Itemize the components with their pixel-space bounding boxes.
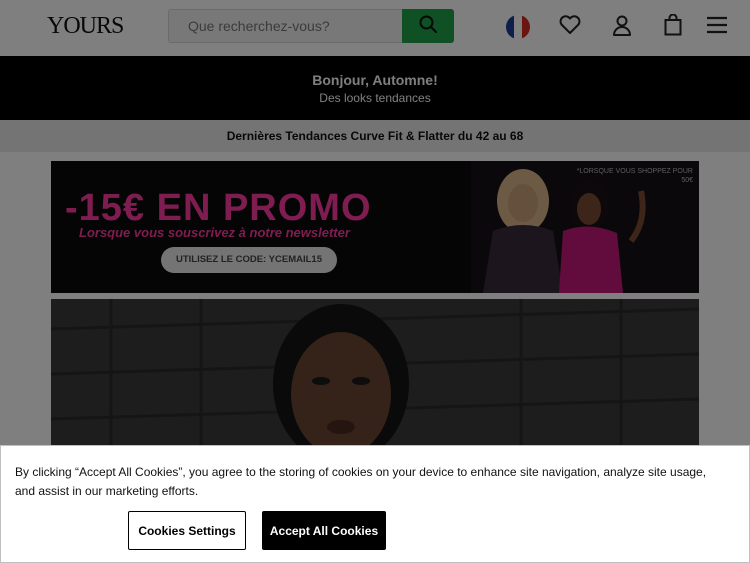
accept-all-cookies-button[interactable]: Accept All Cookies [262, 511, 386, 550]
cookie-banner: By clicking “Accept All Cookies”, you ag… [0, 445, 750, 563]
cookie-text: By clicking “Accept All Cookies”, you ag… [15, 465, 707, 498]
cookies-settings-button[interactable]: Cookies Settings [128, 511, 246, 550]
